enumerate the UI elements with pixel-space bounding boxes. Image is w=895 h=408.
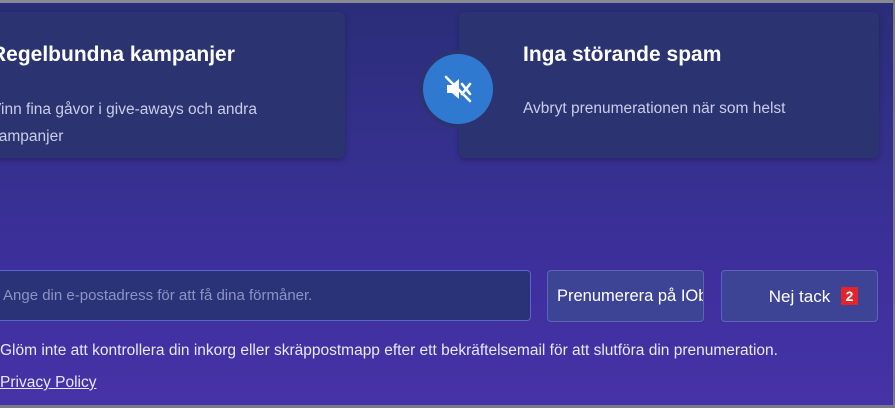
- benefit-title: Regelbundna kampanjer: [0, 43, 235, 66]
- benefit-card-no-spam: Inga störande spam Avbryt prenumeratione…: [459, 12, 879, 158]
- step-number-badge: 2: [841, 287, 858, 305]
- privacy-policy-link[interactable]: Privacy Policy: [0, 374, 96, 392]
- window-frame-top: [0, 0, 895, 3]
- benefit-title: Inga störande spam: [523, 43, 722, 66]
- confirmation-note: Glöm inte att kontrollera din inkorg ell…: [0, 342, 778, 359]
- subscribe-newsletter-button[interactable]: Prenumerera på IObits nyhetsbrev: [547, 270, 704, 322]
- email-input[interactable]: [0, 270, 531, 321]
- mute-speaker-icon: [423, 54, 493, 124]
- benefit-description: Vinn fina gåvor i give-aways och andra k…: [0, 101, 257, 145]
- benefit-description: Avbryt prenumerationen när som helst: [523, 100, 786, 117]
- benefit-card-campaigns: Regelbundna kampanjer Vinn fina gåvor i …: [0, 12, 345, 158]
